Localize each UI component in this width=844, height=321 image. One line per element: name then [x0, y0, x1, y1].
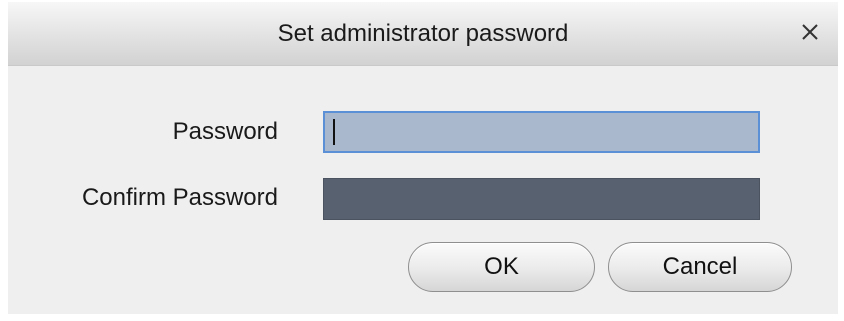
confirm-password-label: Confirm Password [81, 184, 278, 211]
close-icon [802, 24, 818, 40]
dialog-title: Set administrator password [277, 20, 569, 47]
cancel-button[interactable]: Cancel [608, 242, 792, 292]
set-password-dialog: Set administrator password Password Conf… [8, 2, 838, 314]
confirm-password-field[interactable] [323, 178, 760, 220]
text-caret [333, 119, 335, 145]
close-button[interactable] [790, 12, 830, 52]
dialog-titlebar: Set administrator password [8, 2, 838, 66]
ok-button[interactable]: OK [408, 242, 595, 292]
password-label: Password [172, 118, 278, 145]
password-field[interactable] [323, 111, 760, 153]
